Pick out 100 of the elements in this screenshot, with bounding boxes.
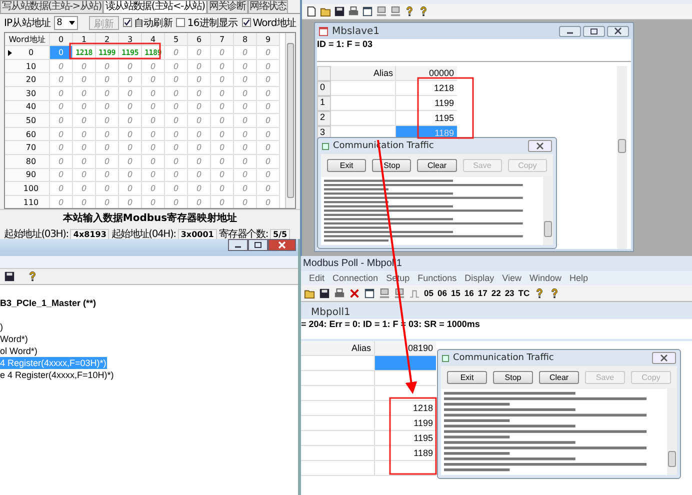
register-cell[interactable]: 0	[119, 114, 142, 128]
tree-item[interactable]: ol Word*)	[0, 345, 38, 357]
computer-icon[interactable]	[394, 288, 405, 298]
table-cell[interactable]	[301, 416, 375, 431]
register-cell[interactable]: 0	[119, 128, 142, 142]
save-icon[interactable]	[4, 271, 15, 282]
menu-item[interactable]: Connection	[332, 273, 378, 283]
menu-item[interactable]: Help	[570, 273, 588, 283]
register-cell[interactable]: 0	[165, 114, 188, 128]
computer-icon[interactable]	[376, 6, 387, 17]
checkbox[interactable]	[176, 18, 186, 28]
register-cell[interactable]: 0	[119, 196, 142, 208]
slave-address-dropdown[interactable]: 8	[54, 16, 78, 30]
register-cell[interactable]: 0	[73, 196, 96, 208]
close-icon[interactable]	[349, 288, 360, 298]
register-cell[interactable]: 0	[142, 73, 165, 88]
register-cell[interactable]: 0	[96, 182, 119, 196]
register-cell[interactable]: 0	[165, 155, 188, 169]
dialog-button[interactable]: Clear	[417, 159, 457, 172]
function-code-button[interactable]: 06	[437, 288, 447, 298]
tab[interactable]: 网关诊断	[206, 0, 248, 13]
register-cell[interactable]: 0	[142, 128, 165, 142]
scrollbar[interactable]	[667, 389, 677, 475]
register-cell[interactable]: 0	[50, 114, 73, 128]
register-cell[interactable]: 0	[96, 100, 119, 114]
tab[interactable]: 写从站数据(主站->从站)	[0, 0, 104, 13]
register-cell[interactable]: 0	[73, 141, 96, 156]
function-code-button[interactable]: TC	[518, 288, 530, 298]
computer-icon[interactable]	[390, 6, 401, 17]
register-cell[interactable]: 0	[142, 141, 165, 156]
table-cell[interactable]: 1195	[375, 431, 436, 446]
folder-icon[interactable]	[320, 6, 331, 17]
register-cell[interactable]: 0	[119, 182, 142, 196]
register-cell[interactable]: 0	[73, 128, 96, 142]
table-cell[interactable]	[331, 96, 396, 111]
help-icon[interactable]	[27, 271, 38, 282]
register-cell[interactable]: 0	[257, 182, 280, 196]
table-cell[interactable]	[301, 446, 375, 461]
register-cell[interactable]: 0	[211, 114, 234, 128]
menu-item[interactable]: View	[502, 273, 522, 283]
register-cell[interactable]: 0	[188, 141, 211, 156]
register-cell[interactable]: 0	[234, 196, 257, 208]
register-cell[interactable]: 0	[119, 155, 142, 169]
register-cell[interactable]: 0	[96, 60, 119, 74]
close-button[interactable]	[528, 140, 552, 152]
register-cell[interactable]: 0	[73, 114, 96, 128]
register-cell[interactable]: 0	[96, 196, 119, 208]
register-cell[interactable]: 0	[73, 60, 96, 74]
function-code-button[interactable]: 16	[464, 288, 474, 298]
save-icon[interactable]	[334, 6, 345, 17]
table-cell[interactable]	[331, 111, 396, 126]
register-cell[interactable]: 0	[211, 128, 234, 142]
register-cell[interactable]: 0	[234, 182, 257, 196]
new-file-icon[interactable]	[306, 6, 317, 17]
register-cell[interactable]: 0	[257, 46, 280, 60]
dialog-button[interactable]: Exit	[447, 371, 487, 384]
register-cell[interactable]: 0	[257, 168, 280, 182]
function-code-button[interactable]: 23	[504, 288, 514, 298]
register-cell[interactable]: 0	[96, 73, 119, 88]
register-cell[interactable]: 0	[96, 114, 119, 128]
register-cell[interactable]: 0	[119, 141, 142, 156]
register-cell[interactable]: 0	[50, 196, 73, 208]
register-cell[interactable]: 0	[50, 60, 73, 74]
tree-item[interactable]: )	[0, 321, 4, 333]
register-cell[interactable]: 0	[73, 182, 96, 196]
register-cell[interactable]: 0	[188, 128, 211, 142]
register-cell[interactable]: 0	[50, 87, 73, 101]
minimize-button[interactable]	[228, 239, 248, 251]
register-cell[interactable]: 0	[211, 182, 234, 196]
register-cell[interactable]: 0	[257, 73, 280, 88]
table-cell[interactable]	[331, 81, 396, 96]
folder-icon[interactable]	[304, 288, 315, 298]
register-cell[interactable]: 0	[142, 100, 165, 114]
function-code-button[interactable]: 17	[478, 288, 488, 298]
scrollbar[interactable]	[285, 32, 295, 208]
checkbox[interactable]	[242, 18, 251, 28]
register-cell[interactable]: 0	[165, 141, 188, 156]
register-cell[interactable]: 0	[142, 114, 165, 128]
register-cell[interactable]: 0	[119, 87, 142, 101]
register-cell[interactable]: 0	[188, 87, 211, 101]
register-cell[interactable]: 0	[188, 114, 211, 128]
window-icon[interactable]	[362, 6, 373, 17]
menu-item[interactable]: Display	[464, 273, 494, 283]
register-cell[interactable]: 0	[119, 73, 142, 88]
register-cell[interactable]: 0	[234, 46, 257, 60]
register-cell[interactable]: 0	[188, 168, 211, 182]
register-cell[interactable]: 0	[165, 168, 188, 182]
register-cell[interactable]: 0	[211, 46, 234, 60]
table-cell[interactable]: 1218	[396, 81, 457, 96]
register-cell[interactable]: 0	[165, 196, 188, 208]
register-cell[interactable]: 0	[50, 100, 73, 114]
register-cell[interactable]: 0	[234, 87, 257, 101]
menu-item[interactable]: Functions	[418, 273, 457, 283]
register-cell[interactable]: 0	[188, 196, 211, 208]
register-cell[interactable]: 0	[96, 128, 119, 142]
register-cell[interactable]: 0	[50, 46, 73, 60]
register-cell[interactable]: 0	[73, 100, 96, 114]
menu-item[interactable]: Edit	[309, 273, 325, 283]
register-cell[interactable]: 0	[165, 128, 188, 142]
register-cell[interactable]: 0	[234, 114, 257, 128]
